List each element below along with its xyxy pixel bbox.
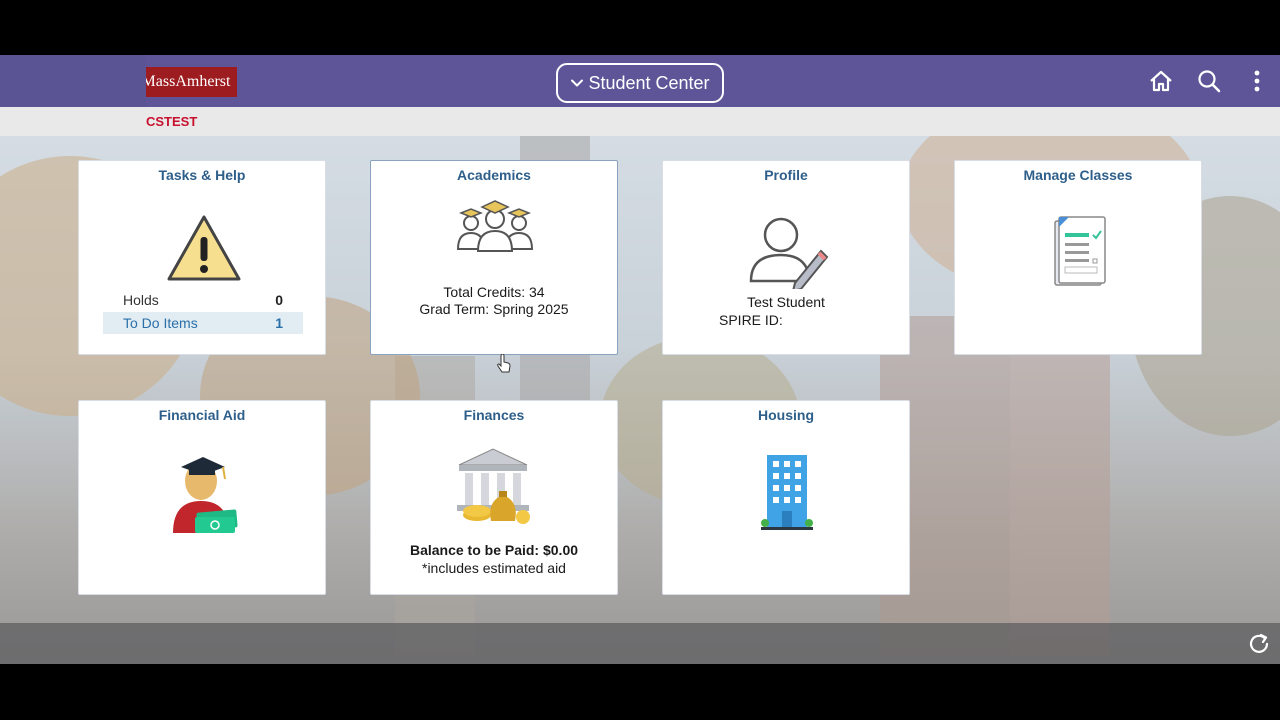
spire-id-label: SPIRE ID: bbox=[719, 312, 783, 328]
tile-financial-aid[interactable]: Financial Aid bbox=[78, 400, 326, 595]
tile-title: Financial Aid bbox=[158, 407, 246, 423]
student-center-dropdown-button[interactable]: Student Center bbox=[556, 63, 724, 103]
bank-moneybag-icon bbox=[457, 448, 530, 524]
building-icon bbox=[761, 455, 813, 530]
student-center-label: Student Center bbox=[588, 72, 710, 93]
grad-term-text: Grad Term: Spring 2025 bbox=[419, 301, 569, 317]
graduates-icon bbox=[456, 200, 534, 252]
more-vertical-icon[interactable] bbox=[1244, 68, 1270, 94]
environment-label: CSTEST bbox=[146, 114, 198, 129]
tile-tasks-help[interactable]: Tasks & Help Holds 0 To Do Items 1 bbox=[78, 160, 326, 355]
environment-bar: CSTEST bbox=[0, 107, 1280, 136]
screen: UMassAmherst Student Center CSTEST Tasks… bbox=[0, 0, 1280, 720]
todo-items-row[interactable]: To Do Items 1 bbox=[103, 312, 303, 334]
tile-finances[interactable]: Finances Balance to be Paid: $0.00 *incl… bbox=[370, 400, 618, 595]
tile-title: Tasks & Help bbox=[158, 167, 246, 183]
holds-row[interactable]: Holds 0 bbox=[103, 289, 303, 311]
tile-title: Manage Classes bbox=[1023, 167, 1133, 183]
search-icon[interactable] bbox=[1196, 68, 1222, 94]
tile-academics[interactable]: Academics Total Credits: 34 Grad Term: S… bbox=[370, 160, 618, 355]
refresh-icon[interactable] bbox=[1246, 631, 1272, 657]
tile-title: Academics bbox=[457, 167, 531, 183]
graduate-money-icon bbox=[173, 457, 238, 533]
top-navigation-bar: UMassAmherst Student Center bbox=[0, 55, 1280, 107]
tile-profile[interactable]: Profile Test Student SPIRE ID: bbox=[662, 160, 910, 355]
total-credits-text: Total Credits: 34 bbox=[443, 284, 545, 300]
checklist-icon bbox=[1054, 216, 1106, 286]
user-edit-icon bbox=[749, 217, 829, 289]
chevron-down-icon bbox=[571, 79, 584, 87]
student-name: Test Student bbox=[747, 294, 825, 310]
hand-cursor-icon bbox=[497, 354, 511, 373]
tile-manage-classes[interactable]: Manage Classes bbox=[954, 160, 1202, 355]
tile-title: Profile bbox=[764, 167, 808, 183]
tile-housing[interactable]: Housing bbox=[662, 400, 910, 595]
umass-logo[interactable]: UMassAmherst bbox=[146, 67, 237, 97]
bottom-bar bbox=[0, 623, 1280, 664]
balance-text: Balance to be Paid: $0.00 bbox=[409, 542, 579, 558]
home-icon[interactable] bbox=[1148, 68, 1174, 94]
warning-icon bbox=[167, 215, 241, 281]
tile-title: Finances bbox=[463, 407, 525, 423]
tile-title: Housing bbox=[758, 407, 814, 423]
estimated-aid-note: *includes estimated aid bbox=[422, 560, 566, 576]
